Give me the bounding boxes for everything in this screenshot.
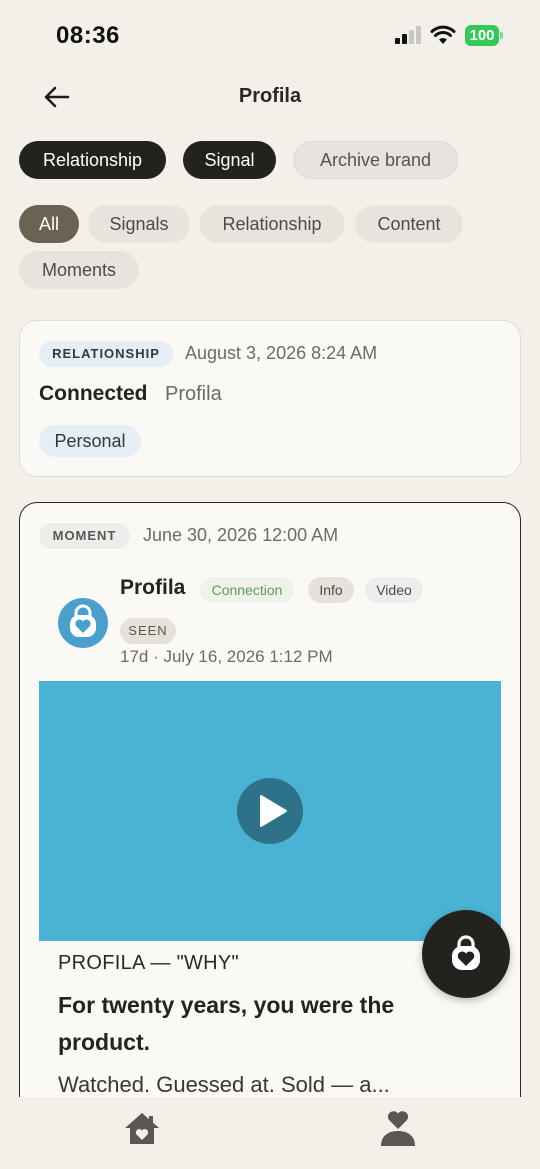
content-body: Watched. Guessed at. Sold — a...	[58, 1072, 390, 1097]
filter-relationship[interactable]: Relationship	[199, 205, 345, 243]
card-date: August 3, 2026 8:24 AM	[185, 343, 378, 363]
tab-profile[interactable]	[378, 1109, 418, 1149]
status-time: 08:36	[56, 22, 120, 49]
chip-relationship[interactable]: Relationship	[19, 141, 166, 179]
seen-badge: SEEN	[120, 618, 176, 644]
connection-status: Connected	[39, 382, 148, 405]
fab-button[interactable]	[422, 910, 510, 998]
type-badge: MOMENT	[39, 523, 130, 549]
relationship-card[interactable]: RELATIONSHIP August 3, 2026 8:24 AM Conn…	[19, 320, 521, 477]
tag-info: Info	[308, 577, 354, 603]
page-title: Profila	[238, 85, 302, 107]
tab-bar	[0, 1097, 540, 1169]
tag-video: Video	[365, 577, 423, 603]
moment-card[interactable]: MOMENT June 30, 2026 12:00 AM Profila Co…	[19, 502, 521, 1122]
brand-name: Profila	[165, 383, 222, 405]
type-badge: RELATIONSHIP	[39, 341, 173, 367]
card-date: June 30, 2026 12:00 AM	[143, 525, 339, 545]
tag-connection: Connection	[200, 577, 294, 603]
play-button[interactable]	[237, 778, 303, 844]
battery-icon: 100	[465, 25, 503, 46]
filter-signals[interactable]: Signals	[88, 205, 190, 243]
sender-name: Profila	[120, 576, 186, 599]
chip-archive-brand[interactable]: Archive brand	[293, 141, 458, 179]
filter-all[interactable]: All	[19, 205, 79, 243]
wifi-icon	[430, 25, 456, 44]
filter-moments[interactable]: Moments	[19, 251, 139, 289]
personal-tag: Personal	[39, 425, 141, 457]
filter-content[interactable]: Content	[355, 205, 463, 243]
cellular-signal-icon	[395, 26, 423, 44]
chip-signal[interactable]: Signal	[183, 141, 276, 179]
message-meta: 17d · July 16, 2026 1:12 PM	[120, 647, 333, 666]
avatar	[58, 598, 108, 648]
play-icon	[260, 795, 287, 827]
heart-lock-icon	[70, 604, 96, 637]
heart-lock-icon	[452, 935, 480, 970]
battery-level: 100	[465, 25, 499, 46]
content-headline: For twenty years, you were the product.	[58, 992, 395, 1055]
tab-home[interactable]	[122, 1109, 162, 1149]
home-heart-icon	[125, 1113, 159, 1144]
status-bar: 08:36 100	[0, 0, 540, 72]
content-kicker: PROFILA — "WHY"	[58, 952, 239, 974]
person-heart-icon	[381, 1111, 415, 1146]
video-player[interactable]	[39, 681, 501, 941]
